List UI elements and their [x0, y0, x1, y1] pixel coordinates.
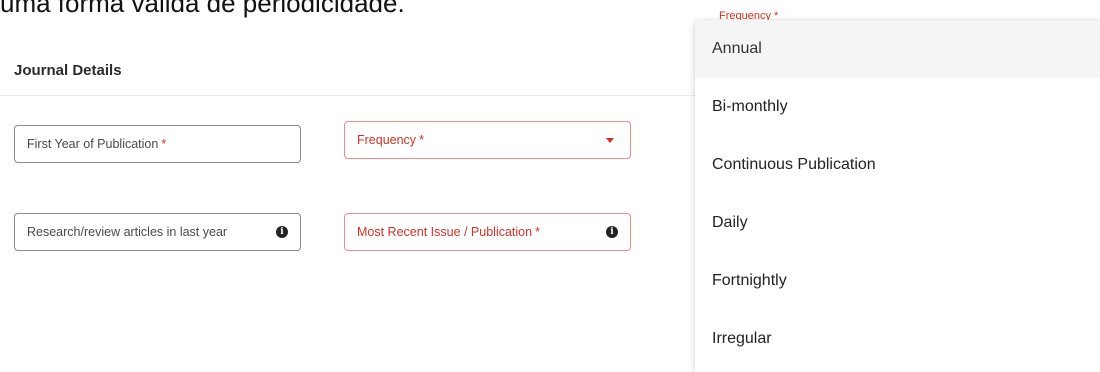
required-mark: *: [535, 225, 540, 239]
dropdown-option-annual[interactable]: Annual: [695, 20, 1100, 78]
required-mark: *: [419, 133, 424, 147]
dropdown-option-daily[interactable]: Daily: [695, 194, 1100, 252]
required-mark: *: [161, 137, 167, 151]
dropdown-option-bi-monthly[interactable]: Bi-monthly: [695, 78, 1100, 136]
section-title: Journal Details: [14, 62, 122, 79]
first-year-label: First Year of Publication: [27, 137, 159, 151]
research-articles-label: Research/review articles in last year: [27, 225, 228, 239]
instruction-text: uma forma válida de periodicidade.: [0, 0, 405, 18]
frequency-label: Frequency: [357, 133, 417, 147]
dropdown-option-continuous-publication[interactable]: Continuous Publication: [695, 136, 1100, 194]
frequency-select[interactable]: Frequency *: [344, 121, 631, 159]
dropdown-option-fortnightly[interactable]: Fortnightly: [695, 252, 1100, 310]
research-articles-field[interactable]: Research/review articles in last year i: [14, 213, 301, 251]
frequency-dropdown-menu: Annual Bi-monthly Continuous Publication…: [695, 20, 1100, 372]
section-divider: [0, 95, 700, 96]
recent-issue-field[interactable]: Most Recent Issue / Publication * i: [344, 213, 631, 251]
first-year-field[interactable]: First Year of Publication *: [14, 125, 301, 163]
caret-down-icon[interactable]: [606, 137, 614, 143]
dropdown-option-irregular[interactable]: Irregular: [695, 310, 1100, 368]
info-icon[interactable]: i: [606, 226, 618, 238]
recent-issue-label: Most Recent Issue / Publication: [357, 225, 533, 239]
info-icon[interactable]: i: [276, 226, 288, 238]
